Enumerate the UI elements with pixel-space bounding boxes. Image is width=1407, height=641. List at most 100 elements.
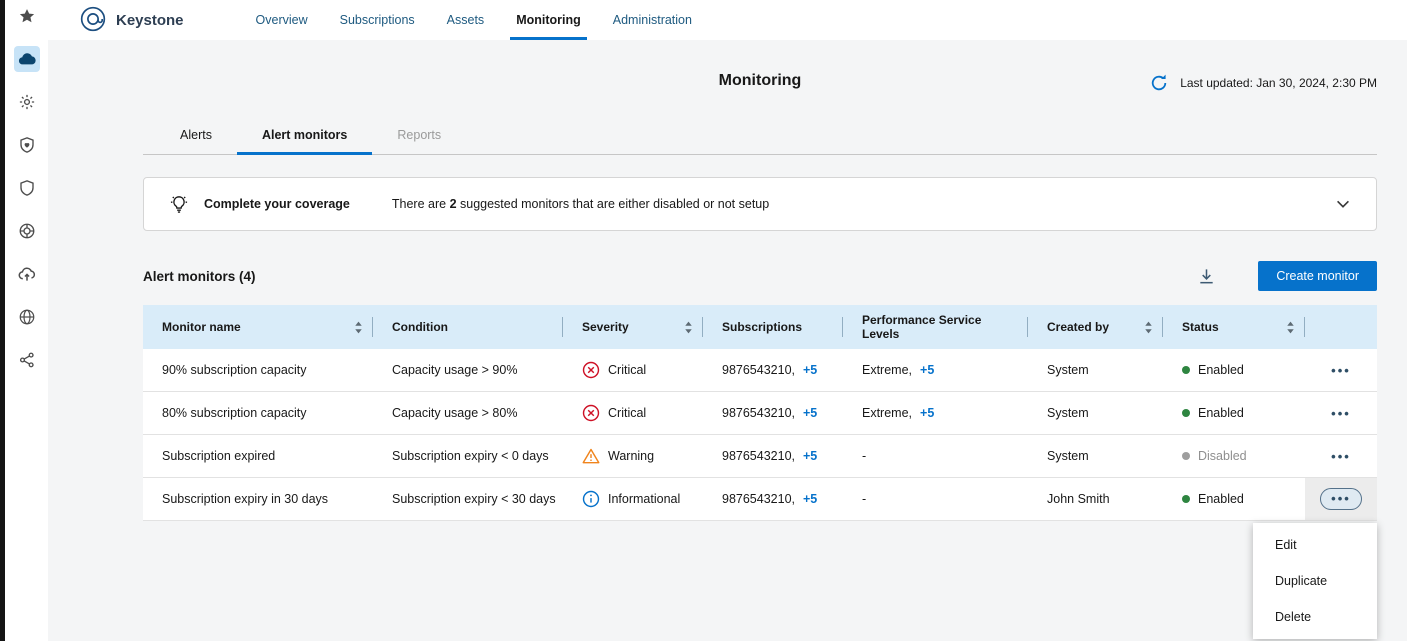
banner-count: 2 — [450, 197, 457, 211]
table-row: Subscription expiry in 30 days Subscript… — [143, 478, 1377, 521]
column-header-monitor-name[interactable]: Monitor name — [143, 305, 373, 349]
column-header-severity[interactable]: Severity — [563, 305, 703, 349]
table-row: Subscription expired Subscription expiry… — [143, 435, 1377, 478]
row-actions-cell — [1305, 435, 1377, 477]
condition-cell: Subscription expiry < 0 days — [373, 449, 563, 463]
created-by-cell: System — [1028, 449, 1163, 463]
subscriptions-more-link[interactable]: +5 — [803, 363, 817, 377]
row-actions-cell — [1305, 392, 1377, 434]
app-sidebar — [5, 0, 48, 641]
created-by-cell: System — [1028, 363, 1163, 377]
monitors-heading: Alert monitors (4) — [143, 269, 256, 284]
sort-icon — [684, 321, 693, 334]
subscriptions-more-link[interactable]: +5 — [803, 406, 817, 420]
status-cell: Enabled — [1163, 492, 1305, 506]
status-cell: Enabled — [1163, 406, 1305, 420]
severity-cell: Critical — [563, 404, 703, 422]
row-actions-cell — [1305, 349, 1377, 391]
row-overflow-menu-icon[interactable] — [1331, 450, 1351, 463]
table-header-row: Monitor name Condition Severity Subscrip… — [143, 305, 1377, 349]
menu-item-duplicate[interactable]: Duplicate — [1253, 563, 1377, 599]
banner-title: Complete your coverage — [204, 197, 350, 211]
shield-icon[interactable] — [14, 175, 40, 201]
condition-cell: Subscription expiry < 30 days — [373, 492, 563, 506]
row-actions-cell — [1305, 478, 1377, 520]
share-network-icon[interactable] — [14, 347, 40, 373]
critical-icon — [582, 361, 600, 379]
row-overflow-menu-icon[interactable] — [1331, 364, 1351, 377]
menu-item-delete[interactable]: Delete — [1253, 599, 1377, 635]
sort-icon — [1286, 321, 1295, 334]
column-header-subscriptions: Subscriptions — [703, 305, 843, 349]
download-icon[interactable] — [1197, 267, 1216, 286]
row-context-menu: Edit Duplicate Delete — [1253, 523, 1377, 639]
nav-overview[interactable]: Overview — [240, 0, 324, 40]
monitor-name-cell: 80% subscription capacity — [143, 406, 373, 420]
critical-icon — [582, 404, 600, 422]
monitor-name-cell: 90% subscription capacity — [143, 363, 373, 377]
status-cell: Enabled — [1163, 363, 1305, 377]
coverage-banner: Complete your coverage There are 2 sugge… — [143, 177, 1377, 231]
refresh-icon[interactable] — [1149, 73, 1169, 93]
primary-nav: Overview Subscriptions Assets Monitoring… — [240, 0, 708, 40]
table-row: 80% subscription capacity Capacity usage… — [143, 392, 1377, 435]
monitors-toolbar: Alert monitors (4) Create monitor — [143, 261, 1377, 291]
menu-item-edit[interactable]: Edit — [1253, 527, 1377, 563]
brand: Keystone — [80, 0, 184, 40]
subscriptions-more-link[interactable]: +5 — [803, 492, 817, 506]
cloud-arrow-icon[interactable] — [14, 261, 40, 287]
tab-bar: Alerts Alert monitors Reports — [143, 118, 1377, 155]
row-overflow-menu-icon[interactable] — [1331, 407, 1351, 420]
chevron-down-icon[interactable] — [1334, 195, 1352, 213]
status-dot — [1182, 495, 1190, 503]
support-icon[interactable] — [14, 218, 40, 244]
table-row: 90% subscription capacity Capacity usage… — [143, 349, 1377, 392]
gear-icon[interactable] — [14, 89, 40, 115]
page-header: Monitoring Last updated: Jan 30, 2024, 2… — [143, 40, 1377, 90]
column-header-created-by[interactable]: Created by — [1028, 305, 1163, 349]
nav-monitoring[interactable]: Monitoring — [500, 0, 597, 40]
brand-name: Keystone — [116, 12, 184, 29]
monitors-table: Monitor name Condition Severity Subscrip… — [143, 305, 1377, 521]
monitor-name-cell: Subscription expired — [143, 449, 373, 463]
subscriptions-cell: 9876543210,+5 — [703, 449, 843, 463]
page-title: Monitoring — [719, 72, 802, 90]
column-header-condition: Condition — [373, 305, 563, 349]
service-levels-cell: - — [843, 449, 1028, 463]
lightbulb-icon — [168, 193, 190, 215]
tab-alert-monitors[interactable]: Alert monitors — [237, 118, 372, 154]
top-bar: Keystone Overview Subscriptions Assets M… — [48, 0, 1407, 40]
create-monitor-button[interactable]: Create monitor — [1258, 261, 1377, 291]
nav-assets[interactable]: Assets — [431, 0, 501, 40]
shield-heart-icon[interactable] — [14, 132, 40, 158]
subscriptions-cell: 9876543210,+5 — [703, 363, 843, 377]
status-dot — [1182, 409, 1190, 417]
row-overflow-menu-icon[interactable] — [1320, 488, 1362, 510]
service-levels-cell: - — [843, 492, 1028, 506]
severity-cell: Critical — [563, 361, 703, 379]
last-updated: Last updated: Jan 30, 2024, 2:30 PM — [1149, 73, 1377, 93]
globe-icon[interactable] — [14, 304, 40, 330]
service-levels-more-link[interactable]: +5 — [920, 363, 934, 377]
tab-reports[interactable]: Reports — [372, 118, 466, 154]
severity-cell: Warning — [563, 447, 703, 465]
info-icon — [582, 490, 600, 508]
service-levels-cell: Extreme,+5 — [843, 406, 1028, 420]
service-levels-cell: Extreme,+5 — [843, 363, 1028, 377]
column-header-status[interactable]: Status — [1163, 305, 1305, 349]
subscriptions-more-link[interactable]: +5 — [803, 449, 817, 463]
column-header-service-levels: Performance Service Levels — [843, 305, 1028, 349]
column-header-actions — [1305, 305, 1377, 349]
severity-cell: Informational — [563, 490, 703, 508]
service-levels-more-link[interactable]: +5 — [920, 406, 934, 420]
status-cell: Disabled — [1163, 449, 1305, 463]
sort-icon — [1144, 321, 1153, 334]
tab-alerts[interactable]: Alerts — [155, 118, 237, 154]
nav-administration[interactable]: Administration — [597, 0, 708, 40]
star-icon[interactable] — [14, 3, 40, 29]
cloud-icon[interactable] — [14, 46, 40, 72]
nav-subscriptions[interactable]: Subscriptions — [324, 0, 431, 40]
subscriptions-cell: 9876543210,+5 — [703, 492, 843, 506]
warning-icon — [582, 447, 600, 465]
status-dot — [1182, 452, 1190, 460]
